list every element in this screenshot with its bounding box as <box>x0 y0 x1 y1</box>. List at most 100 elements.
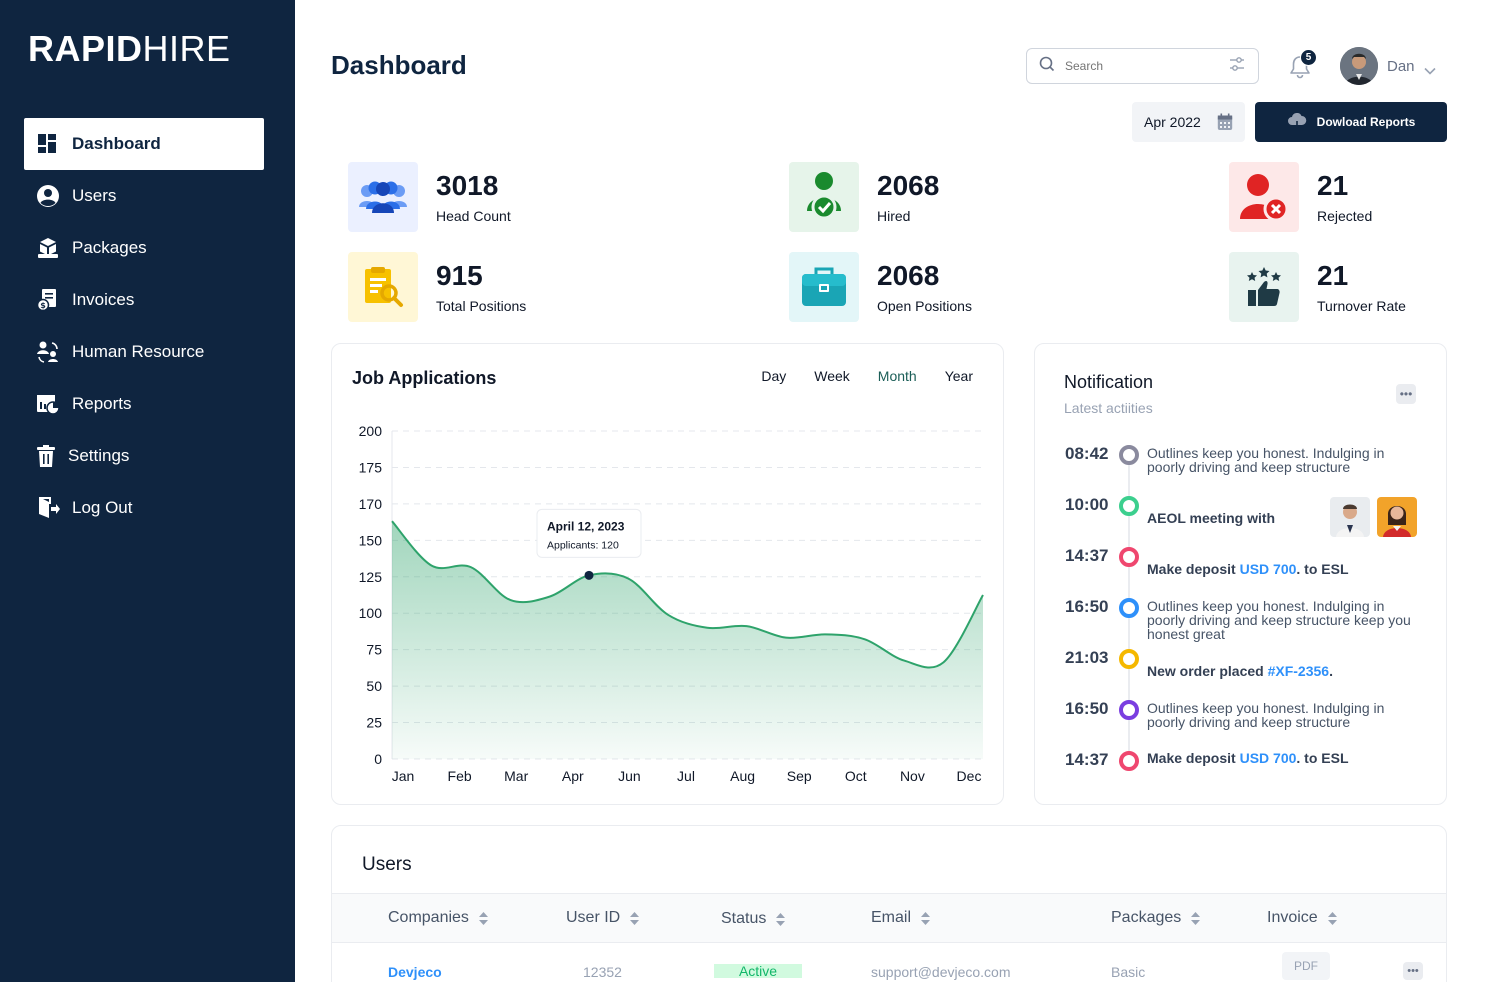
order-link[interactable]: #XF-2356 <box>1268 663 1329 679</box>
invoice-pdf-button[interactable]: PDF <box>1282 952 1330 980</box>
more-options-icon[interactable]: ••• <box>1396 384 1416 404</box>
job-applications-card: Job Applications Day Week Month Year 200… <box>331 343 1004 805</box>
page-title: Dashboard <box>331 50 467 80</box>
timeline-text: AEOL meeting with <box>1147 510 1276 526</box>
brand-bold: RAPID <box>28 28 143 69</box>
avatar[interactable] <box>1340 47 1378 85</box>
sidebar: RAPIDHIRE Dashboard Users Packages $ Inv… <box>0 0 295 982</box>
column-header-companies[interactable]: Companies <box>388 909 488 927</box>
amount-link[interactable]: USD 700 <box>1240 750 1297 766</box>
attendee-avatar[interactable] <box>1330 497 1370 537</box>
timeline-text: Outlines keep you honest. Indulging in p… <box>1147 598 1411 642</box>
date-picker[interactable]: Apr 2022 <box>1132 102 1245 142</box>
timeline-text: Outlines keep you honest. Indulging in p… <box>1147 700 1385 730</box>
x-tick-label: Nov <box>900 768 925 784</box>
y-tick-label: 175 <box>359 459 383 475</box>
column-label: Email <box>871 909 912 926</box>
search-input[interactable] <box>1065 59 1228 73</box>
sidebar-item-settings[interactable]: Settings <box>24 430 264 482</box>
column-label: User ID <box>566 909 621 926</box>
sidebar-item-packages[interactable]: Packages <box>24 222 264 274</box>
column-header-packages[interactable]: Packages <box>1111 909 1201 927</box>
sort-icon[interactable] <box>776 912 786 926</box>
stat-open-positions: 2068 Open Positions <box>789 252 1089 322</box>
x-tick-label: Sep <box>787 768 812 784</box>
notification-title: Notification <box>1064 372 1154 392</box>
sort-icon[interactable] <box>921 911 931 925</box>
row-more-options-icon[interactable]: ••• <box>1403 962 1423 980</box>
column-label: Companies <box>388 909 469 926</box>
user-icon <box>36 184 60 208</box>
column-header-email[interactable]: Email <box>871 909 931 927</box>
filter-sliders-icon[interactable] <box>1228 55 1246 78</box>
timeline-time: 16:50 <box>1065 597 1109 616</box>
column-header-user-id[interactable]: User ID <box>566 909 640 927</box>
tooltip-date: April 12, 2023 <box>547 519 625 533</box>
brand-thin: HIRE <box>142 28 231 69</box>
x-tick-label: Aug <box>730 768 755 784</box>
invoice-icon: $ <box>36 288 60 312</box>
y-tick-label: 0 <box>374 751 382 767</box>
sidebar-item-human-resource[interactable]: Human Resource <box>24 326 264 378</box>
logout-icon <box>36 496 60 520</box>
x-tick-label: Oct <box>845 768 867 784</box>
people-group-icon <box>348 162 418 232</box>
text-part: Make deposit <box>1147 561 1240 577</box>
column-label: Invoice <box>1267 909 1318 926</box>
stat-label: Head Count <box>436 208 511 224</box>
sort-icon[interactable] <box>478 911 488 925</box>
sidebar-item-label: Log Out <box>72 498 133 517</box>
timeline-dot <box>1119 751 1139 771</box>
user-name[interactable]: Dan <box>1387 58 1415 75</box>
users-card: Users Companies User ID Status Email Pac… <box>331 825 1447 982</box>
sidebar-item-label: Reports <box>72 394 132 413</box>
stat-rejected: 21 Rejected <box>1229 162 1512 232</box>
search-box[interactable] <box>1026 48 1259 84</box>
brand-logo[interactable]: RAPIDHIRE <box>28 28 231 70</box>
column-header-invoice[interactable]: Invoice <box>1267 909 1337 927</box>
sidebar-item-users[interactable]: Users <box>24 170 264 222</box>
notification-subtitle: Latest actiities <box>1064 400 1153 416</box>
timeline-time: 16:50 <box>1065 699 1109 718</box>
y-tick-label: 75 <box>366 642 382 658</box>
y-tick-label: 200 <box>359 423 383 439</box>
column-header-status[interactable]: Status <box>721 910 786 928</box>
chevron-down-icon[interactable] <box>1424 62 1436 80</box>
company-link[interactable]: Devjeco <box>388 964 442 980</box>
sidebar-item-reports[interactable]: Reports <box>24 378 264 430</box>
stat-label: Rejected <box>1317 208 1373 224</box>
trash-icon <box>36 444 56 468</box>
timeline-dot <box>1119 445 1139 465</box>
notification-card: Notification Latest actiities ••• 08:42 … <box>1034 343 1447 805</box>
timeline-dot <box>1119 598 1139 618</box>
attendee-avatar[interactable] <box>1377 497 1417 537</box>
stat-label: Turnover Rate <box>1317 298 1406 314</box>
sidebar-item-label: Packages <box>72 238 147 257</box>
x-tick-label: Jun <box>618 768 641 784</box>
stat-hired: 2068 Hired <box>789 162 1089 232</box>
user-check-icon <box>789 162 859 232</box>
amount-link[interactable]: USD 700 <box>1240 561 1297 577</box>
sidebar-nav: Dashboard Users Packages $ Invoices Huma… <box>24 118 264 534</box>
briefcase-icon <box>789 252 859 322</box>
timeline-time: 08:42 <box>1065 444 1109 463</box>
timeline-text: Outlines keep you honest. Indulging in p… <box>1147 445 1385 475</box>
search-icon <box>1039 56 1055 77</box>
sort-icon[interactable] <box>1327 911 1337 925</box>
text-part: . to ESL <box>1296 750 1349 766</box>
sidebar-item-label: Human Resource <box>72 342 205 361</box>
status-badge: Active <box>714 964 802 978</box>
stat-value: 2068 <box>877 170 940 201</box>
sort-icon[interactable] <box>1191 911 1201 925</box>
sidebar-item-logout[interactable]: Log Out <box>24 482 264 534</box>
sidebar-item-dashboard[interactable]: Dashboard <box>24 118 264 170</box>
sort-icon[interactable] <box>630 911 640 925</box>
user-reject-icon <box>1229 162 1299 232</box>
area-fill <box>392 521 983 759</box>
download-reports-button[interactable]: Dowload Reports <box>1255 102 1447 142</box>
sidebar-item-invoices[interactable]: $ Invoices <box>24 274 264 326</box>
timeline-text: New order placed #XF-2356. <box>1147 664 1412 678</box>
stat-value: 21 <box>1317 260 1349 291</box>
y-tick-label: 25 <box>366 715 382 731</box>
column-label: Packages <box>1111 909 1182 926</box>
